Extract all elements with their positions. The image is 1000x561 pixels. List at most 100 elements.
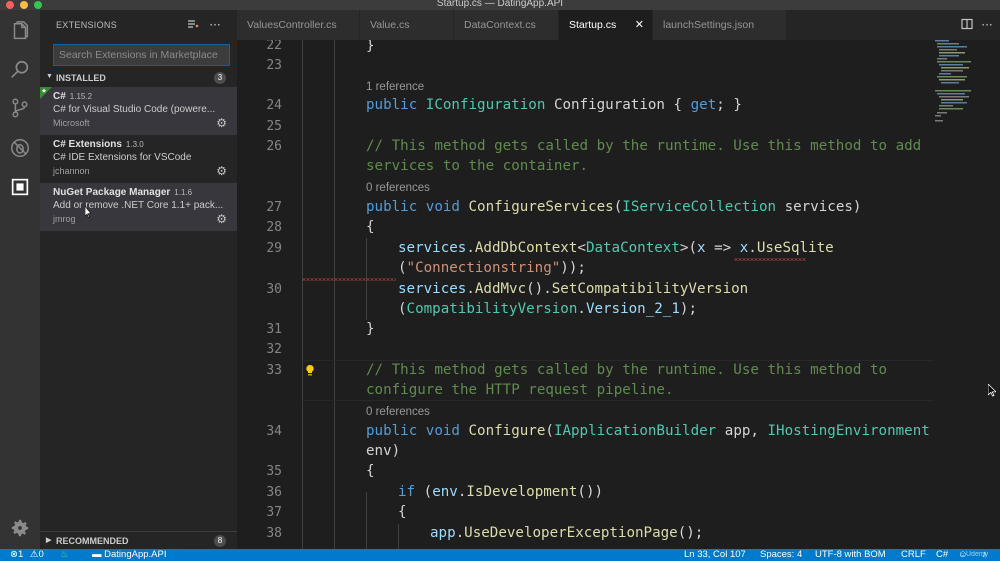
settings-gear-icon xyxy=(11,519,29,537)
notifications-bell-icon[interactable]: ♪ xyxy=(982,549,987,561)
code-line: { xyxy=(366,463,375,479)
error-squiggle xyxy=(734,258,806,261)
line-number: 22 xyxy=(266,40,282,53)
search-icon xyxy=(11,60,29,78)
tab-label: ValuesController.cs xyxy=(247,19,337,31)
eol-selector[interactable]: CRLF xyxy=(901,549,926,561)
star-icon xyxy=(40,87,52,99)
code-comment: // This method gets called by the runtim… xyxy=(366,362,888,378)
codelens-references[interactable]: 1 reference xyxy=(366,81,424,93)
extension-author: jmrog xyxy=(53,214,76,224)
extension-settings-gear-icon[interactable]: ⚙ xyxy=(216,116,227,130)
tab-value[interactable]: Value.cs xyxy=(360,10,454,40)
extension-version: 1.3.0 xyxy=(125,140,144,149)
error-squiggle xyxy=(302,278,396,281)
debug-button[interactable] xyxy=(8,136,32,160)
encoding-selector[interactable]: UTF-8 with BOM xyxy=(815,549,886,561)
line-number: 34 xyxy=(266,424,282,439)
line-number: 26 xyxy=(266,139,282,154)
editor-tab-bar: ValuesController.cs Value.cs DataContext… xyxy=(237,10,1000,40)
codelens-references[interactable]: 0 references xyxy=(366,406,430,418)
minimap[interactable] xyxy=(935,40,990,130)
close-tab-icon[interactable]: ✕ xyxy=(635,10,644,40)
code-line: public void ConfigureServices(IServiceCo… xyxy=(366,199,862,215)
line-number: 35 xyxy=(266,464,282,479)
collapse-arrow-icon: ▼ xyxy=(46,73,53,80)
split-editor-icon[interactable] xyxy=(960,18,974,32)
project-selector[interactable]: ▬ DatingApp.API xyxy=(92,549,166,561)
clear-extensions-icon[interactable] xyxy=(186,18,200,32)
sidebar-header: EXTENSIONS ··· xyxy=(40,10,237,40)
indentation-selector[interactable]: Spaces: 4 xyxy=(760,549,802,561)
extension-author: Microsoft xyxy=(53,118,90,128)
indent-guide xyxy=(302,40,303,549)
expand-arrow-icon: ▶ xyxy=(46,537,52,544)
omnisharp-flame-icon[interactable]: ♨ xyxy=(60,549,69,561)
code-line: public void Configure(IApplicationBuilde… xyxy=(366,423,930,439)
tab-data-context[interactable]: DataContext.cs xyxy=(454,10,559,40)
code-editor[interactable]: 22 } 23 1 reference 24 public IConfigura… xyxy=(237,40,1000,549)
language-mode-selector[interactable]: C# xyxy=(936,549,948,561)
tab-values-controller[interactable]: ValuesController.cs xyxy=(237,10,360,40)
tab-label: DataContext.cs xyxy=(464,19,536,31)
more-editor-actions-icon[interactable]: ··· xyxy=(980,18,994,32)
lightbulb-icon[interactable] xyxy=(305,362,317,376)
mouse-pointer-icon xyxy=(987,382,997,397)
line-number: 27 xyxy=(266,200,282,215)
line-number: 37 xyxy=(266,505,282,520)
code-line: app.UseDeveloperExceptionPage(); xyxy=(430,525,704,541)
code-comment: // This method gets called by the runtim… xyxy=(366,138,922,154)
tab-launch-settings[interactable]: launchSettings.json xyxy=(653,10,787,40)
installed-count-badge: 3 xyxy=(214,72,226,84)
extension-settings-gear-icon[interactable]: ⚙ xyxy=(216,212,227,226)
status-bar: ⊗1 ⚠0 ♨ ▬ DatingApp.API Ln 33, Col 107 S… xyxy=(0,549,1000,561)
error-icon: ⊗ xyxy=(10,549,18,560)
code-comment: configure the HTTP request pipeline. xyxy=(366,382,674,398)
explorer-button[interactable] xyxy=(8,20,32,44)
extension-item-csharp-extensions[interactable]: C# Extensions 1.3.0 C# IDE Extensions for… xyxy=(40,135,237,183)
tab-label: Value.cs xyxy=(370,19,410,31)
extensions-icon xyxy=(11,178,29,196)
extensions-view-button[interactable] xyxy=(8,175,32,199)
codelens-references[interactable]: 0 references xyxy=(366,182,430,194)
extension-version: 1.1.6 xyxy=(174,188,193,197)
code-line: if (env.IsDevelopment()) xyxy=(398,484,604,500)
manage-button[interactable] xyxy=(8,516,32,540)
line-number: 38 xyxy=(266,526,282,541)
folder-icon: ▬ xyxy=(92,549,102,560)
line-number: 24 xyxy=(266,98,282,113)
search-extensions-input[interactable] xyxy=(53,44,230,66)
title-bar: Startup.cs — DatingApp.API xyxy=(0,0,1000,10)
indent-guide xyxy=(334,40,335,549)
problems-indicator[interactable]: ⊗1 ⚠0 xyxy=(10,549,44,561)
extension-name: C# xyxy=(53,91,66,102)
extension-description: C# for Visual Studio Code (powere... xyxy=(53,104,216,115)
line-number: 33 xyxy=(266,363,282,378)
line-number: 30 xyxy=(266,282,282,297)
project-name: DatingApp.API xyxy=(104,549,167,560)
code-line: { xyxy=(398,504,407,520)
extension-item-csharp[interactable]: C# 1.15.2 C# for Visual Studio Code (powe… xyxy=(40,87,237,135)
code-line: (CompatibilityVersion.Version_2_1); xyxy=(398,301,697,317)
line-number: 31 xyxy=(266,322,282,337)
source-control-button[interactable] xyxy=(8,96,32,120)
cursor-position[interactable]: Ln 33, Col 107 xyxy=(684,549,746,561)
editor-scrollbar[interactable] xyxy=(990,40,1000,549)
installed-section-header[interactable]: ▼ INSTALLED 3 xyxy=(40,69,237,87)
source-control-icon xyxy=(12,98,28,118)
line-number: 36 xyxy=(266,485,282,500)
extension-settings-gear-icon[interactable]: ⚙ xyxy=(216,164,227,178)
line-number: 28 xyxy=(266,220,282,235)
line-number: 32 xyxy=(266,342,282,357)
line-number: 23 xyxy=(266,58,282,73)
extension-item-nuget-package-manager[interactable]: NuGet Package Manager 1.1.6 Add or remove… xyxy=(40,183,237,231)
search-view-button[interactable] xyxy=(8,58,32,82)
code-line: services.AddDbContext<DataContext>(x => … xyxy=(398,240,834,256)
line-number: 25 xyxy=(266,119,282,134)
more-actions-icon[interactable]: ··· xyxy=(208,18,222,32)
extension-description: C# IDE Extensions for VSCode xyxy=(53,152,192,163)
code-line: services.AddMvc().SetCompatibilityVersio… xyxy=(398,281,749,297)
text-cursor-icon xyxy=(84,203,92,218)
recommended-section-header[interactable]: ▶ RECOMMENDED 8 xyxy=(40,531,237,549)
tab-startup[interactable]: Startup.cs ✕ xyxy=(559,10,653,40)
